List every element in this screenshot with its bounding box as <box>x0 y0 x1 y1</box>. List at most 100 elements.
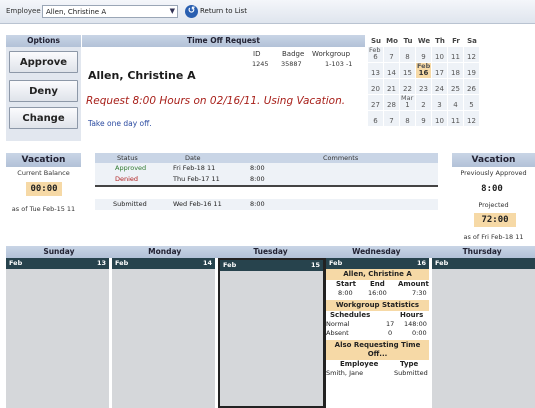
calendar-day-number: 7 <box>389 117 394 125</box>
start-value: 8:00 <box>338 289 353 297</box>
calendar-day-cell[interactable]: 23 <box>416 79 432 95</box>
day-column-tuesday[interactable]: Feb 15 <box>218 258 326 408</box>
calendar-day-cell[interactable]: 11 <box>448 47 464 63</box>
calendar-day-cell[interactable]: 3 <box>432 95 448 111</box>
calendar-day-number: 20 <box>371 85 380 93</box>
calendar-day-cell[interactable]: 20 <box>368 79 384 95</box>
cal-day-header: Tu <box>403 37 413 45</box>
status-table-header: Status Date Comments <box>95 153 438 163</box>
request-status-table: Status Date Comments Approved Fri Feb-18… <box>95 153 438 223</box>
calendar-week-row: Feb 6 7 8 9 10 11 12 <box>368 46 480 63</box>
change-button[interactable]: Change <box>9 107 78 129</box>
time-off-request-header: Time Off Request <box>82 35 365 47</box>
calendar-grid: Feb 6 7 8 9 10 11 12 13 14 15 Feb 16 17 18 19 20 21 22 23 24… <box>368 46 480 127</box>
stats-header-row: Schedules Hours <box>326 311 429 320</box>
calendar-day-cell[interactable]: 18 <box>448 63 464 79</box>
return-arrow-icon[interactable]: ↺ <box>185 5 198 18</box>
calendar-day-cell[interactable]: 8 <box>400 47 416 63</box>
calendar-day-number: 9 <box>421 53 426 61</box>
calendar-day-cell[interactable]: 2 <box>416 95 432 111</box>
row-date: Fri Feb-18 11 <box>173 164 216 172</box>
start-label: Start <box>336 280 356 288</box>
deny-button[interactable]: Deny <box>9 80 78 102</box>
date-column-header: Date <box>185 154 201 162</box>
absent-label: Absent <box>326 329 349 337</box>
calendar-day-cell[interactable]: 26 <box>464 79 480 95</box>
calendar-day-cell[interactable]: 6 <box>368 111 384 127</box>
day-month: Feb <box>223 261 237 269</box>
calendar-day-cell[interactable]: 10 <box>432 47 448 63</box>
calendar-day-number: 7 <box>389 53 394 61</box>
projected-value: 72:00 <box>474 213 516 227</box>
end-label: End <box>370 280 385 288</box>
calendar-day-cell[interactable]: 12 <box>464 111 480 127</box>
status-column-header: Status <box>117 154 138 162</box>
calendar-day-cell[interactable]: 17 <box>432 63 448 79</box>
calendar-day-cell[interactable]: 25 <box>448 79 464 95</box>
amount-label: Amount <box>398 280 429 288</box>
row-date: Thu Feb-17 11 <box>173 175 220 183</box>
calendar-week-row: 6 7 8 9 10 11 12 <box>368 111 480 127</box>
calendar-day-cell[interactable]: 12 <box>464 47 480 63</box>
normal-label: Normal <box>326 320 350 328</box>
calendar-day-number: 8 <box>405 53 410 61</box>
calendar-day-cell[interactable]: 5 <box>464 95 480 111</box>
calendar-day-cell[interactable]: 4 <box>448 95 464 111</box>
calendar-week-row: 13 14 15 Feb 16 17 18 19 <box>368 62 480 79</box>
calendar-day-cell[interactable]: 21 <box>384 79 400 95</box>
day-column-wednesday[interactable]: Feb 16 Allen, Christine A Start End Amou… <box>326 258 432 408</box>
normal-hours: 148:00 <box>404 320 427 328</box>
vacation-header-left: Vacation <box>6 153 81 167</box>
day-date-bar: Feb 15 <box>220 260 323 271</box>
day-month: Feb <box>435 259 449 267</box>
calendar-day-cell[interactable]: 10 <box>432 111 448 127</box>
chevron-down-icon: ▼ <box>169 7 175 15</box>
table-row[interactable]: Approved Fri Feb-18 11 8:00 <box>95 163 438 174</box>
end-value: 16:00 <box>368 289 387 297</box>
options-header: Options <box>6 35 81 47</box>
calendar-day-cell[interactable]: 7 <box>384 47 400 63</box>
other-employee-name: Smith, Jane <box>326 369 364 377</box>
calendar-week-row: 20 21 22 23 24 25 26 <box>368 79 480 95</box>
calendar-day-cell[interactable]: 24 <box>432 79 448 95</box>
calendar-day-cell[interactable]: 19 <box>464 63 480 79</box>
return-to-list-link[interactable]: Return to List <box>200 7 247 15</box>
calendar-day-cell[interactable]: Feb 6 <box>368 46 384 63</box>
approve-button[interactable]: Approve <box>9 51 78 73</box>
day-month: Feb <box>329 259 343 267</box>
calendar-day-number: 10 <box>435 117 444 125</box>
calendar-month-label: Feb <box>369 46 381 54</box>
calendar-day-cell[interactable]: 22 <box>400 79 416 95</box>
calendar-day-cell[interactable]: Mar 1 <box>400 94 416 111</box>
calendar-day-number: 4 <box>453 101 458 109</box>
badge-value: 35887 <box>281 60 302 68</box>
calendar-day-cell[interactable]: 28 <box>384 95 400 111</box>
calendar-day-cell[interactable]: 9 <box>416 111 432 127</box>
calendar-day-number: 26 <box>467 85 476 93</box>
calendar-day-cell[interactable]: Feb 16 <box>416 62 432 79</box>
employee-select[interactable]: Allen, Christine A ▼ <box>42 5 178 18</box>
day-month: Feb <box>115 259 129 267</box>
cal-day-header: We <box>417 37 431 45</box>
calendar-day-cell[interactable]: 14 <box>384 63 400 79</box>
stats-normal-row: Normal 17 148:00 <box>326 320 429 329</box>
id-value: 1245 <box>252 60 269 68</box>
calendar-day-cell[interactable]: 27 <box>368 95 384 111</box>
table-row[interactable]: Submitted Wed Feb-16 11 8:00 <box>95 199 438 210</box>
workgroup-header: Workgroup <box>312 50 351 58</box>
day-column-sunday[interactable]: Feb 13 <box>6 258 112 408</box>
calendar-day-cell[interactable]: 8 <box>400 111 416 127</box>
also-requesting-row[interactable]: Smith, Jane Submitted <box>326 369 429 378</box>
calendar-day-cell[interactable]: 7 <box>384 111 400 127</box>
calendar-day-cell[interactable]: 13 <box>368 63 384 79</box>
day-date-bar: Feb 13 <box>6 258 109 269</box>
table-row[interactable]: Denied Thu Feb-17 11 8:00 <box>95 174 438 185</box>
day-column-thursday[interactable]: Feb <box>432 258 535 408</box>
calendar-day-cell[interactable]: 11 <box>448 111 464 127</box>
calendar-day-cell[interactable]: 9 <box>416 47 432 63</box>
calendar-day-cell[interactable]: 15 <box>400 63 416 79</box>
cal-day-header: Fr <box>452 37 460 45</box>
status-approved: Approved <box>115 164 147 172</box>
day-column-monday[interactable]: Feb 14 <box>112 258 218 408</box>
weekday-header: Wednesday <box>352 247 401 256</box>
